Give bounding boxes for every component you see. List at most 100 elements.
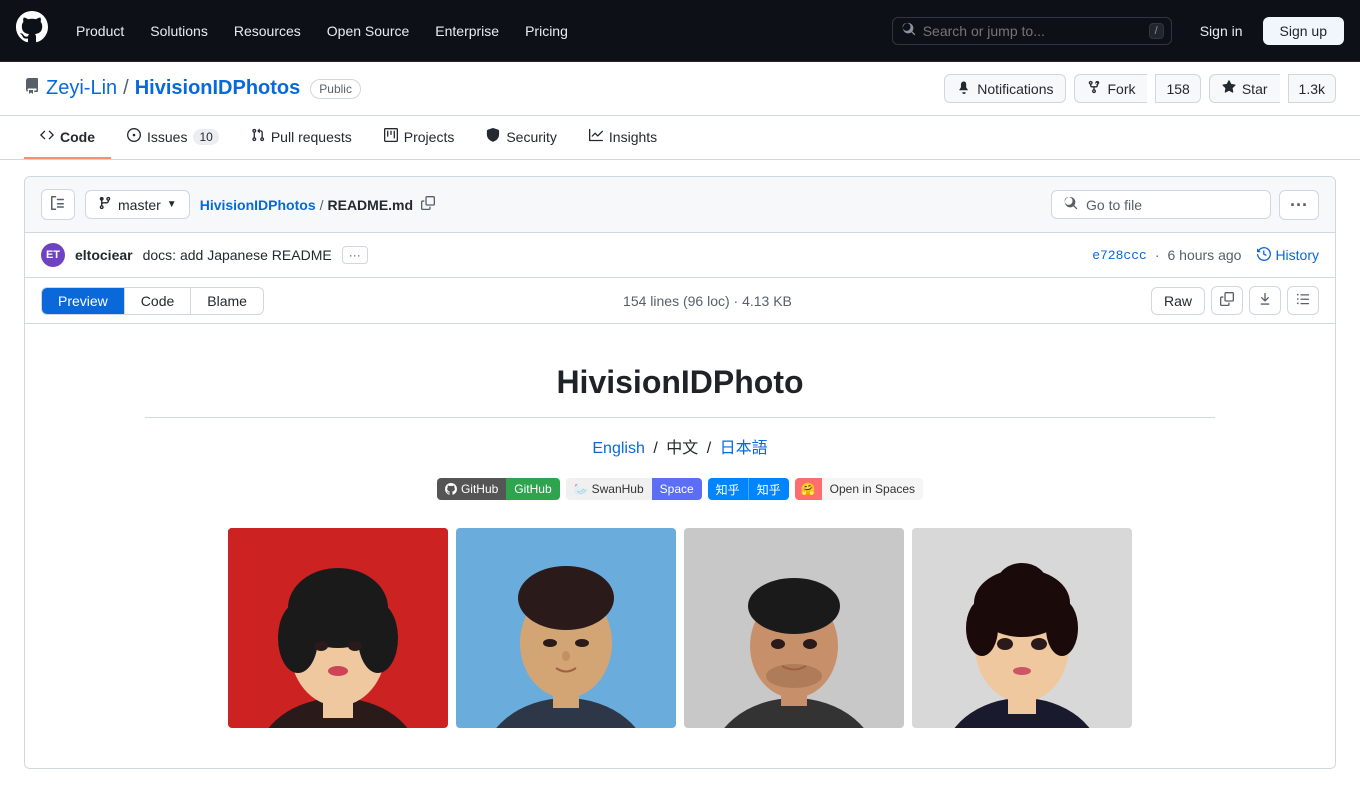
branch-selector-button[interactable]: master ▼ bbox=[85, 190, 190, 219]
avatar-text: ET bbox=[46, 249, 60, 261]
copy-raw-button[interactable] bbox=[1211, 286, 1243, 315]
issues-tab-icon bbox=[127, 128, 141, 145]
nav-resources[interactable]: Resources bbox=[222, 15, 313, 47]
repo-nav: Code Issues 10 Pull requests Projects Se… bbox=[0, 116, 1360, 160]
lang-japanese-link[interactable]: 日本語 bbox=[720, 440, 768, 457]
photo-male-blue bbox=[456, 528, 676, 728]
file-viewer-left: master ▼ HivisionIDPhotos / README.md bbox=[41, 189, 439, 220]
history-icon bbox=[1257, 247, 1271, 264]
sign-in-button[interactable]: Sign in bbox=[1188, 17, 1255, 45]
search-input[interactable] bbox=[892, 17, 1172, 45]
tab-projects[interactable]: Projects bbox=[368, 116, 471, 159]
swanhub-badge-link[interactable]: 🦢SwanHub Space bbox=[566, 478, 702, 500]
goto-file-button[interactable]: Go to file bbox=[1051, 190, 1271, 219]
history-link[interactable]: History bbox=[1257, 247, 1319, 264]
list-icon bbox=[1296, 294, 1310, 309]
repo-breadcrumb: Zeyi-Lin / HivisionIDPhotos Public bbox=[24, 77, 361, 100]
tab-issues[interactable]: Issues 10 bbox=[111, 116, 235, 159]
code-tab-icon bbox=[40, 128, 54, 145]
commit-author[interactable]: eltociear bbox=[75, 247, 133, 263]
lang-sep1: / bbox=[653, 440, 657, 457]
raw-button[interactable]: Raw bbox=[1151, 287, 1205, 315]
insights-tab-icon bbox=[589, 128, 603, 145]
search-wrapper: / bbox=[892, 17, 1172, 45]
notifications-button[interactable]: Notifications bbox=[944, 74, 1066, 103]
github-badge-left: GitHub bbox=[437, 478, 506, 500]
commit-info-left: ET eltociear docs: add Japanese README ·… bbox=[41, 243, 368, 267]
readme-divider bbox=[145, 417, 1215, 418]
lang-english-link[interactable]: English bbox=[592, 440, 644, 457]
more-actions-icon: ··· bbox=[1290, 195, 1308, 215]
repo-name-link[interactable]: HivisionIDPhotos bbox=[135, 77, 301, 100]
repo-owner-link[interactable]: Zeyi-Lin bbox=[46, 77, 117, 100]
sidebar-toggle-icon bbox=[50, 195, 66, 214]
readme-content: HivisionIDPhoto English / 中文 / 日本語 GitHu… bbox=[25, 324, 1335, 768]
header-actions: Sign in Sign up bbox=[1188, 17, 1344, 45]
zhihu-badge-right: 知乎 bbox=[748, 478, 789, 500]
github-badge-right: GitHub bbox=[506, 478, 559, 500]
nav-enterprise[interactable]: Enterprise bbox=[423, 15, 511, 47]
file-viewer-right: Go to file ··· bbox=[1051, 190, 1319, 220]
nav-solutions[interactable]: Solutions bbox=[138, 15, 220, 47]
more-actions-button[interactable]: ··· bbox=[1279, 190, 1319, 220]
main-nav: Product Solutions Resources Open Source … bbox=[64, 15, 580, 47]
star-label: Star bbox=[1242, 81, 1268, 97]
branch-name: master bbox=[118, 197, 161, 213]
zhihu-badge-link[interactable]: 知乎 知乎 bbox=[708, 478, 789, 500]
tab-security[interactable]: Security bbox=[470, 116, 573, 159]
spaces-badge-link[interactable]: 🤗 Open in Spaces bbox=[795, 478, 923, 500]
repo-action-buttons: Notifications Fork 158 Star 1.3k bbox=[944, 74, 1336, 103]
github-logo-icon[interactable] bbox=[16, 11, 48, 50]
tab-issues-label: Issues bbox=[147, 129, 187, 145]
nav-pricing[interactable]: Pricing bbox=[513, 15, 580, 47]
fork-icon bbox=[1087, 80, 1101, 97]
copy-path-button[interactable] bbox=[417, 194, 439, 215]
projects-tab-icon bbox=[384, 128, 398, 145]
download-button[interactable] bbox=[1249, 286, 1281, 315]
file-viewer-header: master ▼ HivisionIDPhotos / README.md bbox=[25, 177, 1335, 233]
tab-code[interactable]: Code bbox=[24, 116, 111, 159]
spaces-badge-label: Open in Spaces bbox=[822, 478, 923, 500]
sidebar-toggle-button[interactable] bbox=[41, 189, 75, 220]
file-meta: 154 lines (96 loc) · 4.13 KB bbox=[623, 293, 792, 309]
goto-file-icon bbox=[1064, 196, 1078, 213]
commit-bar: ET eltociear docs: add Japanese README ·… bbox=[25, 233, 1335, 278]
tab-pull-requests[interactable]: Pull requests bbox=[235, 116, 368, 159]
branch-chevron-icon: ▼ bbox=[167, 199, 177, 210]
search-kbd: / bbox=[1149, 23, 1164, 39]
swanhub-badge-right: Space bbox=[652, 478, 702, 500]
avatar: ET bbox=[41, 243, 65, 267]
readme-title: HivisionIDPhoto bbox=[85, 364, 1275, 401]
repo-type-icon bbox=[24, 78, 40, 99]
star-button[interactable]: Star bbox=[1209, 74, 1280, 103]
repo-header: Zeyi-Lin / HivisionIDPhotos Public Notif… bbox=[0, 62, 1360, 116]
nav-open-source[interactable]: Open Source bbox=[315, 15, 422, 47]
fork-count-button[interactable]: 158 bbox=[1155, 74, 1200, 103]
code-tab-button[interactable]: Code bbox=[125, 287, 191, 315]
photos-grid bbox=[85, 528, 1275, 728]
view-list-button[interactable] bbox=[1287, 286, 1319, 315]
sign-up-button[interactable]: Sign up bbox=[1263, 17, 1344, 45]
repo-separator: / bbox=[123, 77, 129, 100]
breadcrumb-file: README.md bbox=[328, 197, 414, 213]
commit-time: 6 hours ago bbox=[1167, 247, 1241, 263]
tab-projects-label: Projects bbox=[404, 129, 455, 145]
tab-insights[interactable]: Insights bbox=[573, 116, 673, 159]
tab-insights-label: Insights bbox=[609, 129, 657, 145]
breadcrumb-owner-link[interactable]: HivisionIDPhotos bbox=[200, 197, 316, 213]
photo-male-gray bbox=[684, 528, 904, 728]
readme-lang-links: English / 中文 / 日本語 bbox=[85, 434, 1275, 458]
photo-female-red bbox=[228, 528, 448, 728]
nav-product[interactable]: Product bbox=[64, 15, 136, 47]
github-badge-link[interactable]: GitHub GitHub bbox=[437, 478, 560, 500]
preview-tab-button[interactable]: Preview bbox=[41, 287, 125, 315]
commit-expand-button[interactable]: ··· bbox=[342, 246, 368, 264]
breadcrumb-separator: / bbox=[320, 197, 324, 213]
commit-hash-link[interactable]: e728ccc bbox=[1092, 248, 1147, 263]
blame-tab-button[interactable]: Blame bbox=[191, 287, 264, 315]
security-tab-icon bbox=[486, 128, 500, 145]
file-viewer-container: master ▼ HivisionIDPhotos / README.md bbox=[24, 176, 1336, 769]
star-count-button[interactable]: 1.3k bbox=[1288, 74, 1336, 103]
fork-button[interactable]: Fork bbox=[1074, 74, 1147, 103]
pr-tab-icon bbox=[251, 128, 265, 145]
